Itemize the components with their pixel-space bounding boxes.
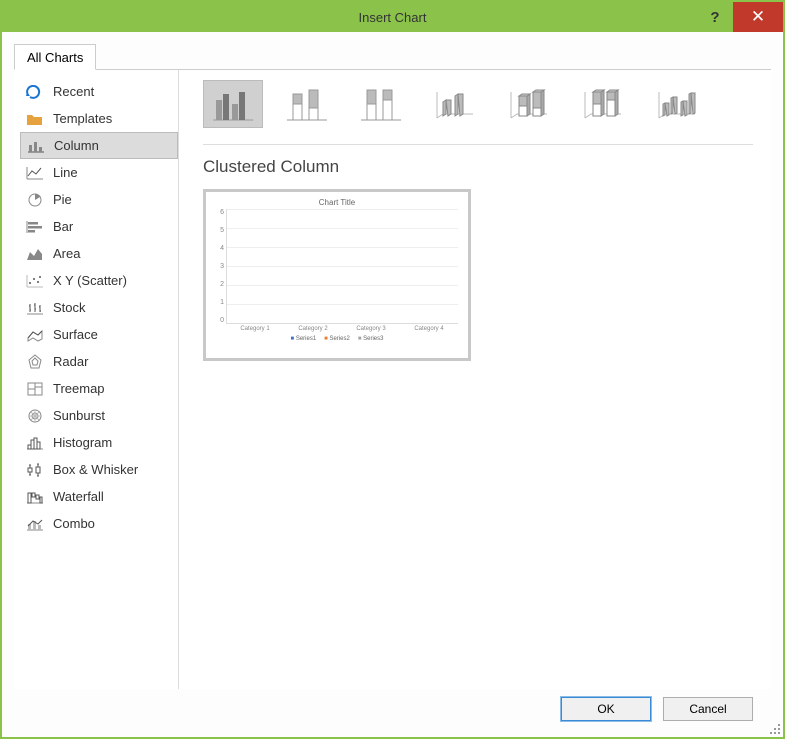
- category-radar[interactable]: Radar: [20, 348, 178, 375]
- category-boxwhisker[interactable]: Box & Whisker: [20, 456, 178, 483]
- category-pie[interactable]: Pie: [20, 186, 178, 213]
- chart-preview[interactable]: Chart Title 6543210 Category 1Category 2…: [203, 189, 471, 361]
- box-whisker-chart-icon: [26, 462, 44, 478]
- scatter-chart-icon: [26, 273, 44, 289]
- category-label: Surface: [53, 327, 98, 342]
- category-label: Combo: [53, 516, 95, 531]
- surface-chart-icon: [26, 327, 44, 343]
- category-column[interactable]: Column: [20, 132, 178, 159]
- category-label: Column: [54, 138, 99, 153]
- category-templates[interactable]: Templates: [20, 105, 178, 132]
- category-label: Box & Whisker: [53, 462, 138, 477]
- legend-series2: Series2: [324, 336, 350, 342]
- ok-button[interactable]: OK: [561, 697, 651, 721]
- category-label: Stock: [53, 300, 86, 315]
- subtype-3d-clustered-column[interactable]: [425, 80, 485, 128]
- subtype-3d-column[interactable]: [647, 80, 707, 128]
- subtype-stacked-column[interactable]: [277, 80, 337, 128]
- category-label: Line: [53, 165, 78, 180]
- subtype-3d-stacked-column[interactable]: [499, 80, 559, 128]
- area-chart-icon: [26, 246, 44, 262]
- sunburst-chart-icon: [26, 408, 44, 424]
- preview-legend: Series1 Series2 Series3: [216, 336, 458, 342]
- category-area[interactable]: Area: [20, 240, 178, 267]
- category-stock[interactable]: Stock: [20, 294, 178, 321]
- help-button[interactable]: ?: [697, 2, 733, 32]
- legend-series1: Series1: [291, 336, 317, 342]
- cancel-button[interactable]: Cancel: [663, 697, 753, 721]
- subtype-row: [203, 80, 753, 145]
- category-label: Radar: [53, 354, 88, 369]
- category-label: Waterfall: [53, 489, 104, 504]
- radar-chart-icon: [26, 354, 44, 370]
- category-label: Histogram: [53, 435, 112, 450]
- legend-series3: Series3: [358, 336, 384, 342]
- combo-chart-icon: [26, 516, 44, 532]
- preview-x-axis: Category 1Category 2Category 3Category 4: [226, 326, 458, 332]
- subtype-100-stacked-column[interactable]: [351, 80, 411, 128]
- category-sunburst[interactable]: Sunburst: [20, 402, 178, 429]
- category-label: Sunburst: [53, 408, 105, 423]
- recent-icon: [26, 84, 44, 100]
- resize-grip-icon[interactable]: [768, 722, 782, 736]
- tab-strip: All Charts: [14, 44, 771, 70]
- main-panel: Clustered Column Chart Title 6543210 Cat…: [179, 70, 771, 689]
- category-label: Templates: [53, 111, 112, 126]
- category-waterfall[interactable]: Waterfall: [20, 483, 178, 510]
- subtype-3d-100-stacked-column[interactable]: [573, 80, 633, 128]
- category-label: Pie: [53, 192, 72, 207]
- subtype-clustered-column[interactable]: [203, 80, 263, 128]
- category-line[interactable]: Line: [20, 159, 178, 186]
- category-recent[interactable]: Recent: [20, 78, 178, 105]
- category-bar[interactable]: Bar: [20, 213, 178, 240]
- dialog-footer: OK Cancel: [14, 689, 771, 729]
- category-label: Area: [53, 246, 80, 261]
- waterfall-chart-icon: [26, 489, 44, 505]
- line-chart-icon: [26, 165, 44, 181]
- folder-icon: [26, 111, 44, 127]
- subtype-title: Clustered Column: [203, 157, 753, 177]
- category-combo[interactable]: Combo: [20, 510, 178, 537]
- stock-chart-icon: [26, 300, 44, 316]
- tab-all-charts[interactable]: All Charts: [14, 44, 96, 70]
- preview-chart-title: Chart Title: [216, 198, 458, 207]
- treemap-chart-icon: [26, 381, 44, 397]
- bar-chart-icon: [26, 219, 44, 235]
- preview-y-axis: 6543210: [216, 209, 226, 324]
- category-label: Recent: [53, 84, 94, 99]
- category-label: Bar: [53, 219, 73, 234]
- category-treemap[interactable]: Treemap: [20, 375, 178, 402]
- category-label: X Y (Scatter): [53, 273, 127, 288]
- preview-bars-area: [226, 209, 458, 324]
- close-button[interactable]: ✕: [733, 2, 783, 32]
- insert-chart-dialog: Insert Chart ? ✕ All Charts Recent Templ…: [0, 0, 785, 739]
- histogram-chart-icon: [26, 435, 44, 451]
- chart-category-list: Recent Templates Column Line Pie: [14, 70, 179, 689]
- category-surface[interactable]: Surface: [20, 321, 178, 348]
- pie-chart-icon: [26, 192, 44, 208]
- titlebar: Insert Chart ? ✕: [2, 2, 783, 32]
- category-histogram[interactable]: Histogram: [20, 429, 178, 456]
- category-label: Treemap: [53, 381, 105, 396]
- column-chart-icon: [27, 138, 45, 154]
- category-scatter[interactable]: X Y (Scatter): [20, 267, 178, 294]
- window-title: Insert Chart: [2, 10, 783, 25]
